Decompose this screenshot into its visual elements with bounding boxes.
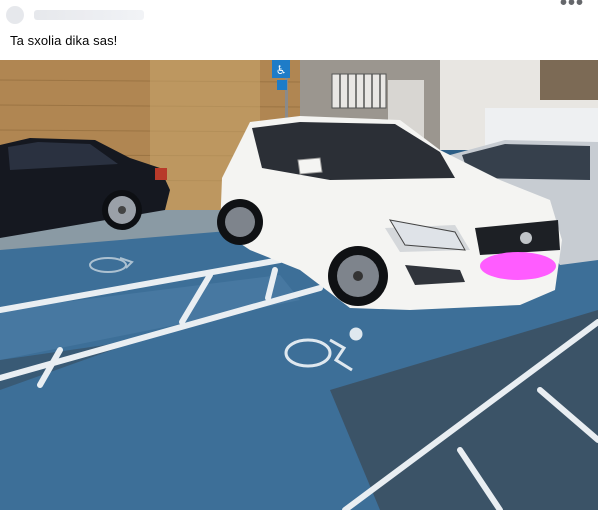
post-caption: Ta sxolia dika sas! bbox=[10, 33, 118, 48]
author-name-placeholder[interactable] bbox=[6, 6, 144, 24]
parking-scene: ♿ bbox=[0, 60, 598, 510]
volvo-logo-icon bbox=[520, 232, 532, 244]
license-plate-mask bbox=[480, 252, 556, 280]
facebook-post: ••• Ta sxolia dika sas! ♿ bbox=[0, 0, 598, 510]
parking-sign-glyph: ♿ bbox=[276, 63, 287, 77]
post-header: ••• bbox=[0, 0, 598, 24]
post-photo[interactable]: ♿ bbox=[0, 60, 598, 510]
more-options-button[interactable]: ••• bbox=[560, 0, 583, 14]
